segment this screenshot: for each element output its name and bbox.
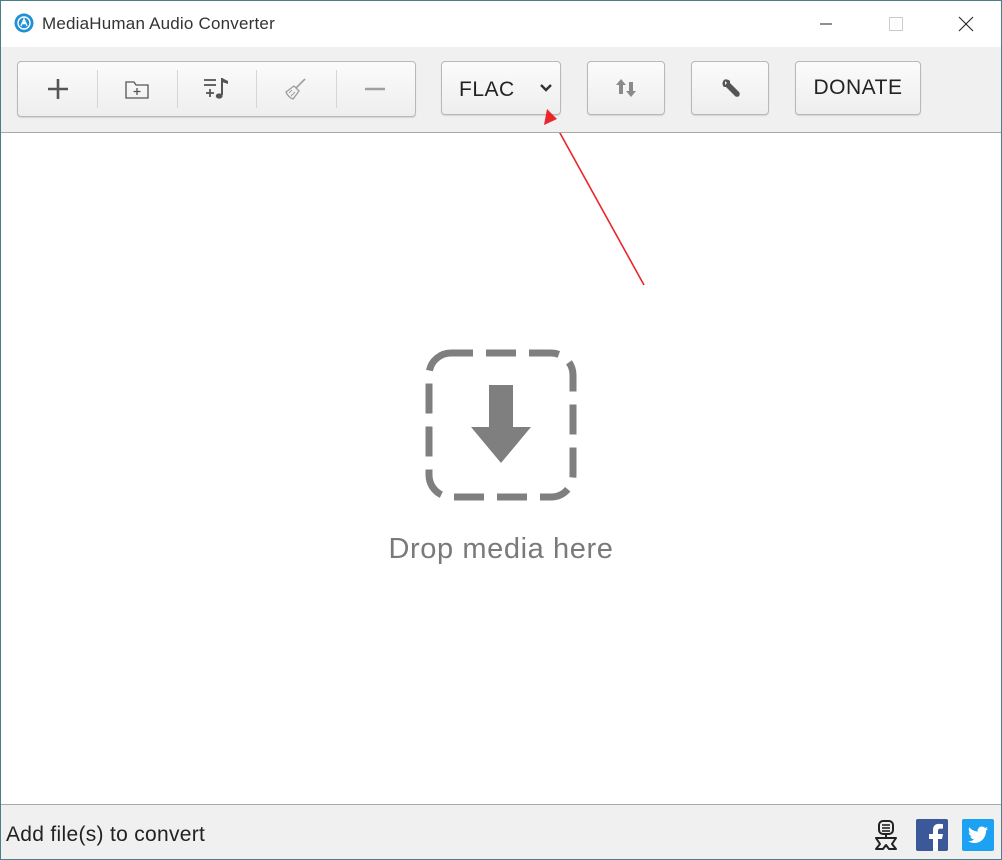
remove-selected-button[interactable] (335, 62, 415, 116)
add-playlist-button[interactable] (176, 62, 256, 116)
app-logo-icon (14, 13, 34, 33)
add-files-button[interactable] (18, 62, 97, 116)
drop-area[interactable]: Drop media here (1, 133, 1001, 805)
title-bar[interactable]: MediaHuman Audio Converter (1, 1, 1001, 47)
toolbar: FLAC DONATE (1, 47, 1001, 133)
status-bar: Add file(s) to convert (1, 805, 1001, 859)
twitter-icon[interactable] (962, 819, 994, 851)
wrench-icon (722, 79, 740, 97)
close-icon (958, 16, 974, 32)
plus-icon (47, 79, 68, 99)
broom-icon (285, 78, 306, 100)
facebook-icon[interactable] (916, 819, 948, 851)
settings-button[interactable] (691, 61, 769, 115)
download-arrow-icon (425, 349, 577, 501)
convert-button[interactable] (587, 61, 665, 115)
drop-hint-text: Drop media here (388, 533, 614, 565)
add-folder-button[interactable] (97, 62, 176, 116)
minimize-button[interactable] (791, 1, 861, 47)
format-selected-label: FLAC (459, 78, 515, 101)
maximize-icon (889, 17, 903, 31)
chevron-down-icon (540, 84, 552, 92)
app-window: MediaHuman Audio Converter FLAC DONATE D… (0, 0, 1002, 860)
support-icon[interactable] (870, 819, 902, 851)
convert-arrows-icon (616, 79, 636, 97)
minimize-icon (820, 23, 832, 25)
window-title: MediaHuman Audio Converter (42, 14, 275, 33)
format-select[interactable]: FLAC (441, 61, 561, 115)
file-actions-group (17, 61, 416, 117)
donate-label: DONATE (813, 76, 903, 99)
close-button[interactable] (931, 1, 1001, 47)
minus-icon (365, 87, 386, 91)
maximize-button[interactable] (861, 1, 931, 47)
playlist-add-icon (204, 78, 229, 99)
donate-button[interactable]: DONATE (795, 61, 921, 115)
folder-plus-icon (125, 81, 149, 99)
clear-list-button[interactable] (256, 62, 335, 116)
status-text: Add file(s) to convert (6, 823, 206, 846)
